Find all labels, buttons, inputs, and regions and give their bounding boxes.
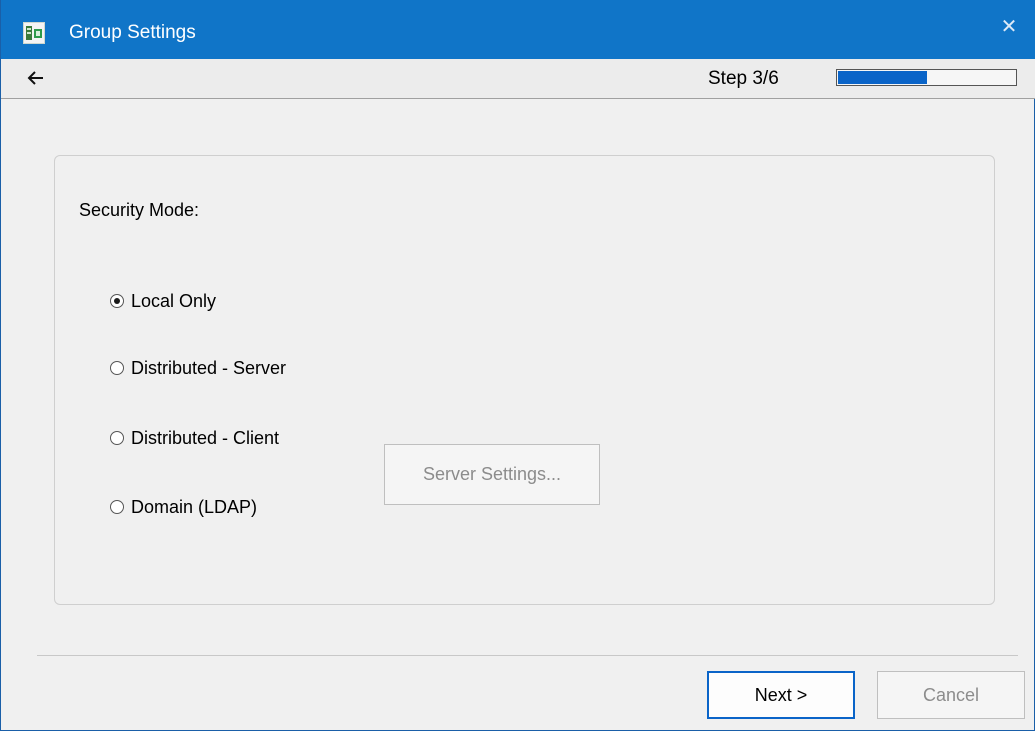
window-title: Group Settings: [69, 22, 196, 43]
radio-label-domain-ldap: Domain (LDAP): [131, 497, 258, 517]
next-button[interactable]: Next >: [707, 671, 855, 719]
title-bar[interactable]: Group Settings ✕: [1, 0, 1035, 59]
server-settings-button[interactable]: Server Settings...: [384, 444, 600, 505]
radio-label-distributed-server: Distributed - Server: [131, 358, 287, 378]
group-settings-window: Group Settings ✕ Step 3/6 Security Mode:…: [0, 0, 1035, 731]
progress-fill: [838, 71, 927, 84]
radio-distributed-client[interactable]: Distributed - Client: [110, 426, 279, 450]
progress-bar: [836, 69, 1017, 86]
close-icon[interactable]: ✕: [996, 14, 1022, 40]
cancel-button[interactable]: Cancel: [877, 671, 1025, 719]
app-logo-icon: [23, 22, 45, 44]
security-mode-panel: [54, 155, 995, 605]
radio-button-icon[interactable]: [110, 500, 124, 514]
wizard-nav-bar: Step 3/6: [1, 59, 1035, 99]
radio-button-icon[interactable]: [110, 431, 124, 445]
radio-button-icon[interactable]: [110, 294, 124, 308]
security-mode-label: Security Mode:: [79, 200, 200, 220]
radio-distributed-server[interactable]: Distributed - Server: [110, 356, 286, 380]
radio-label-distributed-client: Distributed - Client: [131, 428, 280, 448]
radio-button-icon[interactable]: [110, 361, 124, 375]
step-indicator: Step 3/6: [708, 68, 779, 89]
radio-label-local-only: Local Only: [131, 291, 217, 311]
back-arrow-icon[interactable]: [25, 67, 47, 89]
radio-domain-ldap[interactable]: Domain (LDAP): [110, 495, 257, 519]
radio-local-only[interactable]: Local Only: [110, 289, 216, 313]
footer-divider: [37, 655, 1018, 656]
